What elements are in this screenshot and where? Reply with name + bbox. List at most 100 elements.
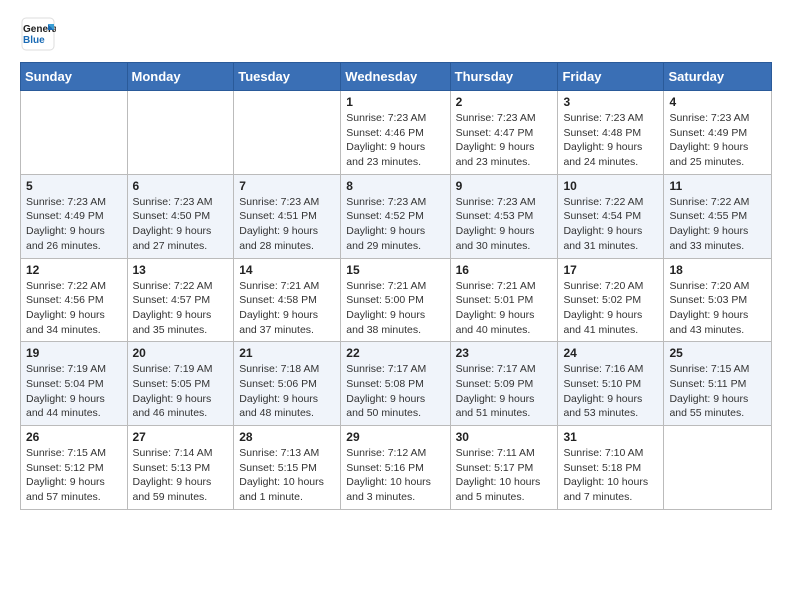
day-info: Sunrise: 7:13 AM Sunset: 5:15 PM Dayligh… [239,446,335,505]
day-info: Sunrise: 7:22 AM Sunset: 4:57 PM Dayligh… [133,279,229,338]
day-info: Sunrise: 7:22 AM Sunset: 4:55 PM Dayligh… [669,195,766,254]
day-number: 8 [346,179,444,193]
day-number: 7 [239,179,335,193]
calendar-cell [664,426,772,510]
day-number: 20 [133,346,229,360]
calendar-cell [234,91,341,175]
calendar-cell: 13 Sunrise: 7:22 AM Sunset: 4:57 PM Dayli… [127,258,234,342]
day-number: 6 [133,179,229,193]
day-info: Sunrise: 7:15 AM Sunset: 5:11 PM Dayligh… [669,362,766,421]
day-number: 25 [669,346,766,360]
header: General Blue [20,16,772,52]
day-number: 28 [239,430,335,444]
weekday-header-thursday: Thursday [450,63,558,91]
weekday-header-monday: Monday [127,63,234,91]
day-info: Sunrise: 7:11 AM Sunset: 5:17 PM Dayligh… [456,446,553,505]
calendar-cell: 2 Sunrise: 7:23 AM Sunset: 4:47 PM Daylig… [450,91,558,175]
day-info: Sunrise: 7:19 AM Sunset: 5:04 PM Dayligh… [26,362,122,421]
day-number: 2 [456,95,553,109]
day-number: 23 [456,346,553,360]
day-info: Sunrise: 7:10 AM Sunset: 5:18 PM Dayligh… [563,446,658,505]
day-number: 5 [26,179,122,193]
page: General Blue SundayMondayTuesdayWednesda… [0,0,792,526]
weekday-header-friday: Friday [558,63,664,91]
calendar-cell: 29 Sunrise: 7:12 AM Sunset: 5:16 PM Dayli… [341,426,450,510]
day-info: Sunrise: 7:15 AM Sunset: 5:12 PM Dayligh… [26,446,122,505]
day-number: 10 [563,179,658,193]
day-info: Sunrise: 7:23 AM Sunset: 4:48 PM Dayligh… [563,111,658,170]
week-row-2: 5 Sunrise: 7:23 AM Sunset: 4:49 PM Daylig… [21,174,772,258]
weekday-header-wednesday: Wednesday [341,63,450,91]
calendar-cell [21,91,128,175]
calendar-cell: 23 Sunrise: 7:17 AM Sunset: 5:09 PM Dayli… [450,342,558,426]
calendar-cell: 17 Sunrise: 7:20 AM Sunset: 5:02 PM Dayli… [558,258,664,342]
calendar-cell: 6Sunrise: 7:23 AM Sunset: 4:50 PM Daylig… [127,174,234,258]
day-info: Sunrise: 7:22 AM Sunset: 4:54 PM Dayligh… [563,195,658,254]
day-number: 15 [346,263,444,277]
week-row-5: 26 Sunrise: 7:15 AM Sunset: 5:12 PM Dayli… [21,426,772,510]
calendar-cell: 30 Sunrise: 7:11 AM Sunset: 5:17 PM Dayli… [450,426,558,510]
day-info: Sunrise: 7:23 AM Sunset: 4:51 PM Dayligh… [239,195,335,254]
calendar-cell: 12 Sunrise: 7:22 AM Sunset: 4:56 PM Dayli… [21,258,128,342]
day-number: 30 [456,430,553,444]
day-number: 4 [669,95,766,109]
day-info: Sunrise: 7:23 AM Sunset: 4:53 PM Dayligh… [456,195,553,254]
day-number: 16 [456,263,553,277]
logo: General Blue [20,16,60,52]
calendar-table: SundayMondayTuesdayWednesdayThursdayFrid… [20,62,772,510]
day-number: 14 [239,263,335,277]
calendar-cell: 4 Sunrise: 7:23 AM Sunset: 4:49 PM Daylig… [664,91,772,175]
svg-text:Blue: Blue [23,35,45,46]
calendar-cell: 16 Sunrise: 7:21 AM Sunset: 5:01 PM Dayli… [450,258,558,342]
day-number: 21 [239,346,335,360]
day-number: 26 [26,430,122,444]
day-info: Sunrise: 7:21 AM Sunset: 5:00 PM Dayligh… [346,279,444,338]
day-number: 31 [563,430,658,444]
day-info: Sunrise: 7:23 AM Sunset: 4:52 PM Dayligh… [346,195,444,254]
calendar-cell: 25 Sunrise: 7:15 AM Sunset: 5:11 PM Dayli… [664,342,772,426]
day-info: Sunrise: 7:23 AM Sunset: 4:49 PM Dayligh… [669,111,766,170]
calendar-cell: 11 Sunrise: 7:22 AM Sunset: 4:55 PM Dayli… [664,174,772,258]
calendar-cell: 14 Sunrise: 7:21 AM Sunset: 4:58 PM Dayli… [234,258,341,342]
day-number: 29 [346,430,444,444]
calendar-cell: 28 Sunrise: 7:13 AM Sunset: 5:15 PM Dayli… [234,426,341,510]
day-info: Sunrise: 7:23 AM Sunset: 4:46 PM Dayligh… [346,111,444,170]
calendar-cell: 10 Sunrise: 7:22 AM Sunset: 4:54 PM Dayli… [558,174,664,258]
day-info: Sunrise: 7:17 AM Sunset: 5:08 PM Dayligh… [346,362,444,421]
day-number: 17 [563,263,658,277]
day-number: 13 [133,263,229,277]
day-number: 19 [26,346,122,360]
day-info: Sunrise: 7:16 AM Sunset: 5:10 PM Dayligh… [563,362,658,421]
day-number: 9 [456,179,553,193]
calendar-cell: 26 Sunrise: 7:15 AM Sunset: 5:12 PM Dayli… [21,426,128,510]
day-number: 1 [346,95,444,109]
calendar-cell: 19 Sunrise: 7:19 AM Sunset: 5:04 PM Dayli… [21,342,128,426]
day-number: 24 [563,346,658,360]
calendar-cell: 8 Sunrise: 7:23 AM Sunset: 4:52 PM Daylig… [341,174,450,258]
weekday-header-row: SundayMondayTuesdayWednesdayThursdayFrid… [21,63,772,91]
calendar-cell: 18Sunrise: 7:20 AM Sunset: 5:03 PM Dayli… [664,258,772,342]
day-info: Sunrise: 7:18 AM Sunset: 5:06 PM Dayligh… [239,362,335,421]
week-row-3: 12 Sunrise: 7:22 AM Sunset: 4:56 PM Dayli… [21,258,772,342]
calendar-cell: 27 Sunrise: 7:14 AM Sunset: 5:13 PM Dayli… [127,426,234,510]
calendar-cell: 1 Sunrise: 7:23 AM Sunset: 4:46 PM Daylig… [341,91,450,175]
day-info: Sunrise: 7:14 AM Sunset: 5:13 PM Dayligh… [133,446,229,505]
calendar-cell: 5 Sunrise: 7:23 AM Sunset: 4:49 PM Daylig… [21,174,128,258]
weekday-header-sunday: Sunday [21,63,128,91]
day-info: Sunrise: 7:23 AM Sunset: 4:47 PM Dayligh… [456,111,553,170]
day-number: 12 [26,263,122,277]
day-number: 11 [669,179,766,193]
day-info: Sunrise: 7:17 AM Sunset: 5:09 PM Dayligh… [456,362,553,421]
calendar-cell: 22Sunrise: 7:17 AM Sunset: 5:08 PM Dayli… [341,342,450,426]
day-info: Sunrise: 7:19 AM Sunset: 5:05 PM Dayligh… [133,362,229,421]
day-info: Sunrise: 7:21 AM Sunset: 4:58 PM Dayligh… [239,279,335,338]
day-info: Sunrise: 7:12 AM Sunset: 5:16 PM Dayligh… [346,446,444,505]
day-number: 27 [133,430,229,444]
day-info: Sunrise: 7:21 AM Sunset: 5:01 PM Dayligh… [456,279,553,338]
calendar-cell: 7 Sunrise: 7:23 AM Sunset: 4:51 PM Daylig… [234,174,341,258]
day-info: Sunrise: 7:23 AM Sunset: 4:49 PM Dayligh… [26,195,122,254]
weekday-header-tuesday: Tuesday [234,63,341,91]
week-row-4: 19 Sunrise: 7:19 AM Sunset: 5:04 PM Dayli… [21,342,772,426]
day-info: Sunrise: 7:20 AM Sunset: 5:02 PM Dayligh… [563,279,658,338]
day-info: Sunrise: 7:22 AM Sunset: 4:56 PM Dayligh… [26,279,122,338]
